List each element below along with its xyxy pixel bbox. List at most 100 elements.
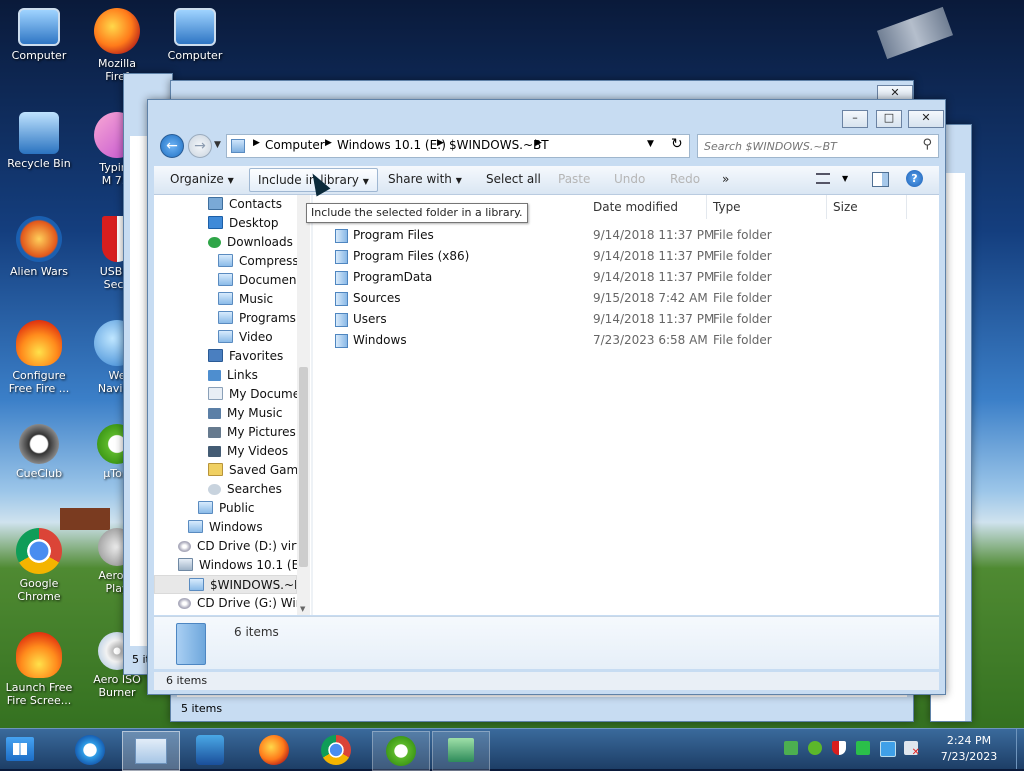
- more-commands-button[interactable]: »: [714, 166, 737, 192]
- nav-tree-item[interactable]: Music: [154, 290, 297, 309]
- taskbar-utorrent[interactable]: [372, 731, 430, 771]
- file-row[interactable]: Program Files (x86) 9/14/2018 11:37 PM Fil…: [313, 246, 923, 267]
- select-all-button[interactable]: Select all: [478, 166, 549, 192]
- nav-tree-item[interactable]: Compress: [154, 252, 297, 271]
- flag-icon[interactable]: [856, 741, 870, 755]
- monitor-icon[interactable]: [880, 741, 896, 757]
- utorrent-tray-icon[interactable]: [808, 741, 822, 755]
- network-green-icon[interactable]: [784, 741, 798, 755]
- show-desktop-button[interactable]: [1016, 729, 1024, 769]
- nav-tree-item[interactable]: My Pictures: [154, 423, 297, 442]
- organize-button[interactable]: Organize ▼: [162, 166, 242, 192]
- breadcrumb-drive[interactable]: Windows 10.1 (E:): [337, 138, 446, 152]
- back-arrow-icon[interactable]: ←: [160, 134, 184, 158]
- file-row[interactable]: ProgramData 9/14/2018 11:37 PM File folder: [313, 267, 923, 288]
- forward-arrow-icon[interactable]: →: [188, 134, 212, 158]
- file-date-modified: 9/14/2018 11:37 PM: [593, 249, 715, 263]
- nav-tree-item[interactable]: Links: [154, 366, 297, 385]
- nav-tree-item[interactable]: Searches: [154, 480, 297, 499]
- chevron-down-icon[interactable]: ▼: [842, 174, 848, 183]
- nav-tree-item[interactable]: Documen: [154, 271, 297, 290]
- search-icon[interactable]: ⚲: [922, 137, 932, 152]
- maximize-button[interactable]: □: [876, 110, 902, 128]
- undo-button[interactable]: Undo: [606, 166, 653, 192]
- nav-tree-item[interactable]: Windows 10.1 (E:: [154, 556, 297, 575]
- alien-wars-icon: [16, 216, 62, 262]
- address-bar[interactable]: ▶ Computer ▶ Windows 10.1 (E:) ▶ $WINDOW…: [226, 134, 690, 158]
- taskbar-file-manager[interactable]: [432, 731, 490, 771]
- taskbar-chrome[interactable]: [308, 731, 364, 769]
- nav-tree-item[interactable]: Downloads: [154, 233, 297, 252]
- flame-icon: [16, 320, 62, 366]
- breadcrumb-computer[interactable]: Computer: [265, 138, 325, 152]
- close-button[interactable]: ✕: [908, 110, 944, 128]
- scrollbar-thumb[interactable]: [299, 367, 308, 567]
- explorer-window[interactable]: – □ ✕ ← → ▼ ▶ Computer ▶ Windows 10.1 (E…: [147, 99, 946, 695]
- nav-tree-item[interactable]: Contacts: [154, 195, 297, 214]
- nav-tree-item[interactable]: My Videos: [154, 442, 297, 461]
- utorrent-icon: [386, 736, 416, 766]
- file-row[interactable]: Program Files 9/14/2018 11:37 PM File fold…: [313, 225, 923, 246]
- desktop-icon-recycle-bin[interactable]: Recycle Bin: [0, 112, 78, 170]
- nav-tree-item[interactable]: Saved Game: [154, 461, 297, 480]
- folder-icon: [189, 578, 204, 591]
- desktop-icon-computer[interactable]: Computer: [0, 8, 78, 62]
- nav-tree-item[interactable]: Desktop: [154, 214, 297, 233]
- chevron-down-icon: ▼: [227, 176, 234, 185]
- desktop-icon-computer-2[interactable]: Computer: [156, 8, 234, 62]
- column-header-size[interactable]: Size: [827, 195, 907, 219]
- desktop-icon-google-chrome[interactable]: Google Chrome: [0, 528, 78, 603]
- desktop-icon-cueclub[interactable]: CueClub: [0, 424, 78, 480]
- refresh-icon[interactable]: ↻: [671, 136, 683, 152]
- nav-tree-item[interactable]: CD Drive (D:) virtio: [154, 537, 297, 556]
- navigation-pane[interactable]: Contacts Desktop Downloads Compress Documen M…: [154, 195, 311, 615]
- nav-tree-item[interactable]: $WINDOWS.~B: [154, 575, 297, 594]
- nav-tree-item[interactable]: My Music: [154, 404, 297, 423]
- nav-tree-item[interactable]: Programs: [154, 309, 297, 328]
- desktop-icon-label: Google Chrome: [17, 577, 61, 603]
- address-dropdown-icon[interactable]: ▼: [647, 139, 654, 149]
- folder-icon: [135, 738, 167, 764]
- preview-pane-icon[interactable]: [872, 172, 889, 187]
- minimize-button[interactable]: –: [842, 110, 868, 128]
- search-input[interactable]: [702, 137, 906, 155]
- nav-tree-item[interactable]: My Docume: [154, 385, 297, 404]
- file-row[interactable]: Windows 7/23/2023 6:58 AM File folder: [313, 330, 923, 351]
- view-options-icon[interactable]: [816, 173, 830, 184]
- save-icon: [208, 463, 223, 476]
- file-list[interactable]: Date modified Type Size Program Files 9/1…: [313, 195, 939, 615]
- desktop-icon-alien-wars[interactable]: Alien Wars: [0, 216, 78, 278]
- mute-x-icon: ✕: [911, 747, 920, 758]
- breadcrumb-current[interactable]: $WINDOWS.~BT: [449, 138, 549, 152]
- nav-tree-item[interactable]: Windows: [154, 518, 297, 537]
- volume-muted-icon[interactable]: ✕: [904, 741, 920, 758]
- scroll-down-arrow-icon[interactable]: ▼: [300, 605, 305, 613]
- shield-icon[interactable]: [832, 741, 846, 755]
- recent-pages-chevron-icon[interactable]: ▼: [214, 140, 221, 150]
- column-header-date[interactable]: Date modified: [587, 195, 707, 219]
- taskbar-internet-explorer[interactable]: [62, 731, 118, 769]
- taskbar-firefox[interactable]: [246, 731, 302, 769]
- share-with-button[interactable]: Share with ▼: [380, 166, 470, 192]
- desktop-icon-mozilla-firefox[interactable]: Mozilla Firef: [78, 8, 156, 83]
- file-row[interactable]: Sources 9/15/2018 7:42 AM File folder: [313, 288, 923, 309]
- column-header-type[interactable]: Type: [707, 195, 827, 219]
- nav-tree-item[interactable]: Favorites: [154, 347, 297, 366]
- recycle-bin-icon: [19, 112, 59, 154]
- taskbar-windows-explorer[interactable]: [122, 731, 180, 771]
- nav-tree-item[interactable]: Public: [154, 499, 297, 518]
- nav-tree-item[interactable]: Video: [154, 328, 297, 347]
- file-row[interactable]: Users 9/14/2018 11:37 PM File folder: [313, 309, 923, 330]
- file-date-modified: 7/23/2023 6:58 AM: [593, 333, 708, 347]
- start-button[interactable]: [6, 737, 34, 761]
- taskbar-media-player[interactable]: [182, 731, 238, 769]
- help-icon[interactable]: ?: [906, 170, 923, 187]
- desktop-icon-configure-free-fire[interactable]: Configure Free Fire ...: [0, 320, 78, 395]
- paste-button[interactable]: Paste: [550, 166, 598, 192]
- scrollbar[interactable]: ▼: [297, 195, 310, 615]
- clock[interactable]: 2:24 PM 7/23/2023: [930, 733, 1008, 765]
- redo-button[interactable]: Redo: [662, 166, 708, 192]
- desktop-icon-launch-free-fire[interactable]: Launch Free Fire Scree...: [0, 632, 78, 707]
- nav-tree-item[interactable]: CD Drive (G:) Win: [154, 594, 297, 613]
- search-box[interactable]: ⚲: [697, 134, 939, 158]
